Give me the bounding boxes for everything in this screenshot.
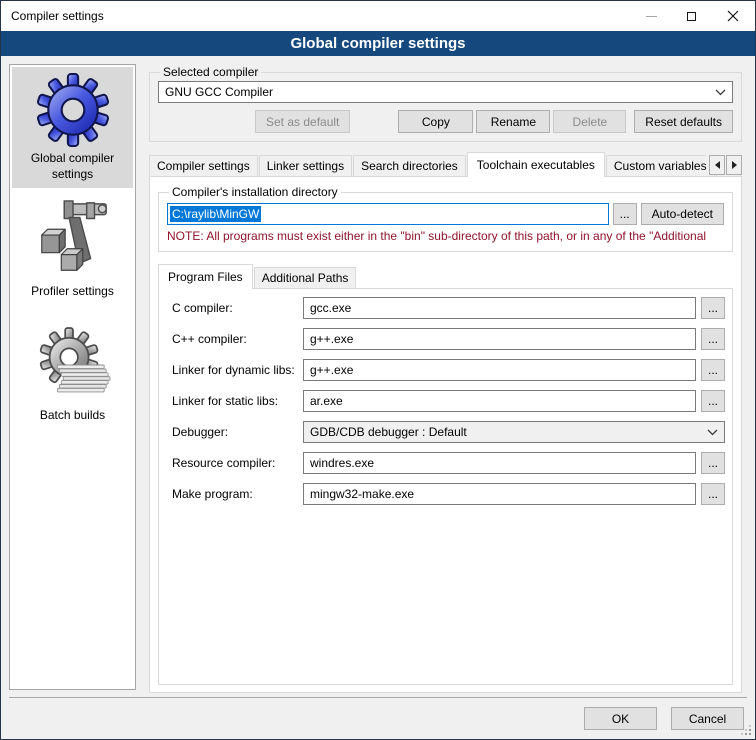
field-label: Linker for static libs: — [172, 394, 303, 408]
tab-scroll-left-button[interactable] — [709, 155, 725, 175]
field-row-linker-for-dynamic-libs: Linker for dynamic libs:g++.exe... — [172, 359, 725, 381]
c-compiler-input[interactable]: gcc.exe — [303, 297, 696, 319]
dialog-header: Global compiler settings — [1, 31, 755, 56]
linker-for-static-libs-input[interactable]: ar.exe — [303, 390, 696, 412]
select-value: GDB/CDB debugger : Default — [310, 425, 467, 439]
tab-search-directories[interactable]: Search directories — [353, 155, 466, 176]
reset-defaults-button[interactable]: Reset defaults — [634, 110, 733, 133]
caliper-icon — [14, 198, 131, 280]
minimize-icon — [646, 16, 657, 17]
toolchain-executables-page: Compiler's installation directory C:\ray… — [149, 176, 742, 693]
field-label: C compiler: — [172, 301, 303, 315]
resource-compiler-input[interactable]: windres.exe — [303, 452, 696, 474]
program-files-tabstrip: Program FilesAdditional Paths — [158, 263, 733, 288]
field-row-resource-compiler: Resource compiler:windres.exe... — [172, 452, 725, 474]
sidebar: Global compiler settings Profiler settin… — [9, 64, 136, 690]
selected-compiler-group: Selected compiler GNU GCC Compiler Set a… — [149, 65, 742, 142]
sidebar-item-global-compiler-settings[interactable]: Global compiler settings — [12, 67, 133, 188]
tab-custom-variables[interactable]: Custom variables — [606, 155, 715, 176]
footer-separator — [9, 697, 747, 698]
dialog-window: Compiler settings Global compiler settin… — [0, 0, 756, 740]
copy-button[interactable]: Copy — [398, 110, 473, 133]
delete-button[interactable]: Delete — [553, 110, 626, 133]
chevron-down-icon — [707, 429, 718, 436]
install-dir-browse-button[interactable]: ... — [613, 203, 637, 225]
tab-program-files[interactable]: Program Files — [158, 264, 253, 289]
sidebar-item-batch-builds[interactable]: Batch builds — [12, 320, 133, 430]
field-row-linker-for-static-libs: Linker for static libs:ar.exe... — [172, 390, 725, 412]
ok-button[interactable]: OK — [584, 707, 657, 730]
dialog-body: Global compiler settings Profiler settin… — [1, 56, 755, 739]
resize-grip[interactable] — [741, 725, 751, 735]
gear-stack-icon — [14, 326, 131, 404]
arrow-right-icon — [732, 161, 737, 169]
linker-for-dynamic-libs-input[interactable]: g++.exe — [303, 359, 696, 381]
field-row-c-compiler: C compiler:gcc.exe... — [172, 297, 725, 319]
arrow-left-icon — [715, 161, 720, 169]
titlebar: Compiler settings — [1, 1, 755, 31]
linker-for-static-libs-browse-button[interactable]: ... — [701, 390, 725, 412]
page-title: Global compiler settings — [290, 35, 465, 52]
sidebar-item-profiler-settings[interactable]: Profiler settings — [12, 192, 133, 306]
install-dir-value: C:\raylib\MinGW — [170, 206, 261, 222]
compiler-buttons-row: Set as default CopyRenameDelete Reset defa… — [158, 110, 733, 133]
tab-additional-paths[interactable]: Additional Paths — [254, 267, 357, 288]
install-dir-group: Compiler's installation directory C:\ray… — [158, 185, 733, 252]
window-title: Compiler settings — [11, 9, 104, 23]
field-row-c-compiler: C++ compiler:g++.exe... — [172, 328, 725, 350]
make-program-browse-button[interactable]: ... — [701, 483, 725, 505]
program-files-page: C compiler:gcc.exe...C++ compiler:g++.ex… — [158, 288, 733, 685]
window-controls — [631, 1, 755, 31]
field-label: C++ compiler: — [172, 332, 303, 346]
install-dir-row: C:\raylib\MinGW ... Auto-detect — [167, 203, 724, 225]
c-compiler-browse-button[interactable]: ... — [701, 297, 725, 319]
sidebar-item-label: Profiler settings — [14, 284, 131, 300]
tab-compiler-settings[interactable]: Compiler settings — [149, 155, 258, 176]
close-button[interactable] — [711, 1, 755, 31]
set-as-default-button[interactable]: Set as default — [255, 110, 350, 133]
selected-compiler-legend: Selected compiler — [160, 65, 261, 79]
field-row-debugger: Debugger: GDB/CDB debugger : Default — [172, 421, 725, 443]
compiler-select[interactable]: GNU GCC Compiler — [158, 81, 733, 103]
close-icon — [727, 10, 739, 22]
tab-toolchain-executables[interactable]: Toolchain executables — [467, 152, 605, 177]
auto-detect-button[interactable]: Auto-detect — [641, 203, 724, 225]
field-label: Debugger: — [172, 425, 303, 439]
settings-tabstrip: Compiler settingsLinker settingsSearch d… — [149, 151, 742, 176]
content-area: Selected compiler GNU GCC Compiler Set a… — [149, 65, 742, 693]
linker-for-dynamic-libs-browse-button[interactable]: ... — [701, 359, 725, 381]
debugger-select[interactable]: GDB/CDB debugger : Default — [303, 421, 725, 443]
tab-scroll-right-button[interactable] — [726, 155, 742, 175]
c-compiler-browse-button[interactable]: ... — [701, 328, 725, 350]
field-label: Resource compiler: — [172, 456, 303, 470]
maximize-button[interactable] — [671, 1, 711, 31]
sidebar-item-label: Global compiler settings — [14, 151, 131, 182]
compiler-select-value: GNU GCC Compiler — [165, 85, 273, 99]
program-files-notebook: Program FilesAdditional Paths C compiler… — [158, 263, 733, 685]
install-dir-note: NOTE: All programs must exist either in … — [167, 229, 724, 243]
c-compiler-input[interactable]: g++.exe — [303, 328, 696, 350]
maximize-icon — [687, 12, 696, 21]
field-label: Linker for dynamic libs: — [172, 363, 303, 377]
minimize-button[interactable] — [631, 1, 671, 31]
resource-compiler-browse-button[interactable]: ... — [701, 452, 725, 474]
install-dir-input[interactable]: C:\raylib\MinGW — [167, 203, 609, 225]
field-label: Make program: — [172, 487, 303, 501]
blue-gear-icon — [14, 73, 131, 147]
cancel-button[interactable]: Cancel — [671, 707, 744, 730]
footer-buttons: OK Cancel — [584, 707, 744, 730]
rename-button[interactable]: Rename — [476, 110, 550, 133]
field-row-make-program: Make program:mingw32-make.exe... — [172, 483, 725, 505]
tab-scroll-controls — [706, 155, 742, 175]
chevron-down-icon — [715, 89, 726, 96]
install-dir-legend: Compiler's installation directory — [169, 185, 341, 199]
sidebar-item-label: Batch builds — [14, 408, 131, 424]
tab-linker-settings[interactable]: Linker settings — [259, 155, 352, 176]
make-program-input[interactable]: mingw32-make.exe — [303, 483, 696, 505]
